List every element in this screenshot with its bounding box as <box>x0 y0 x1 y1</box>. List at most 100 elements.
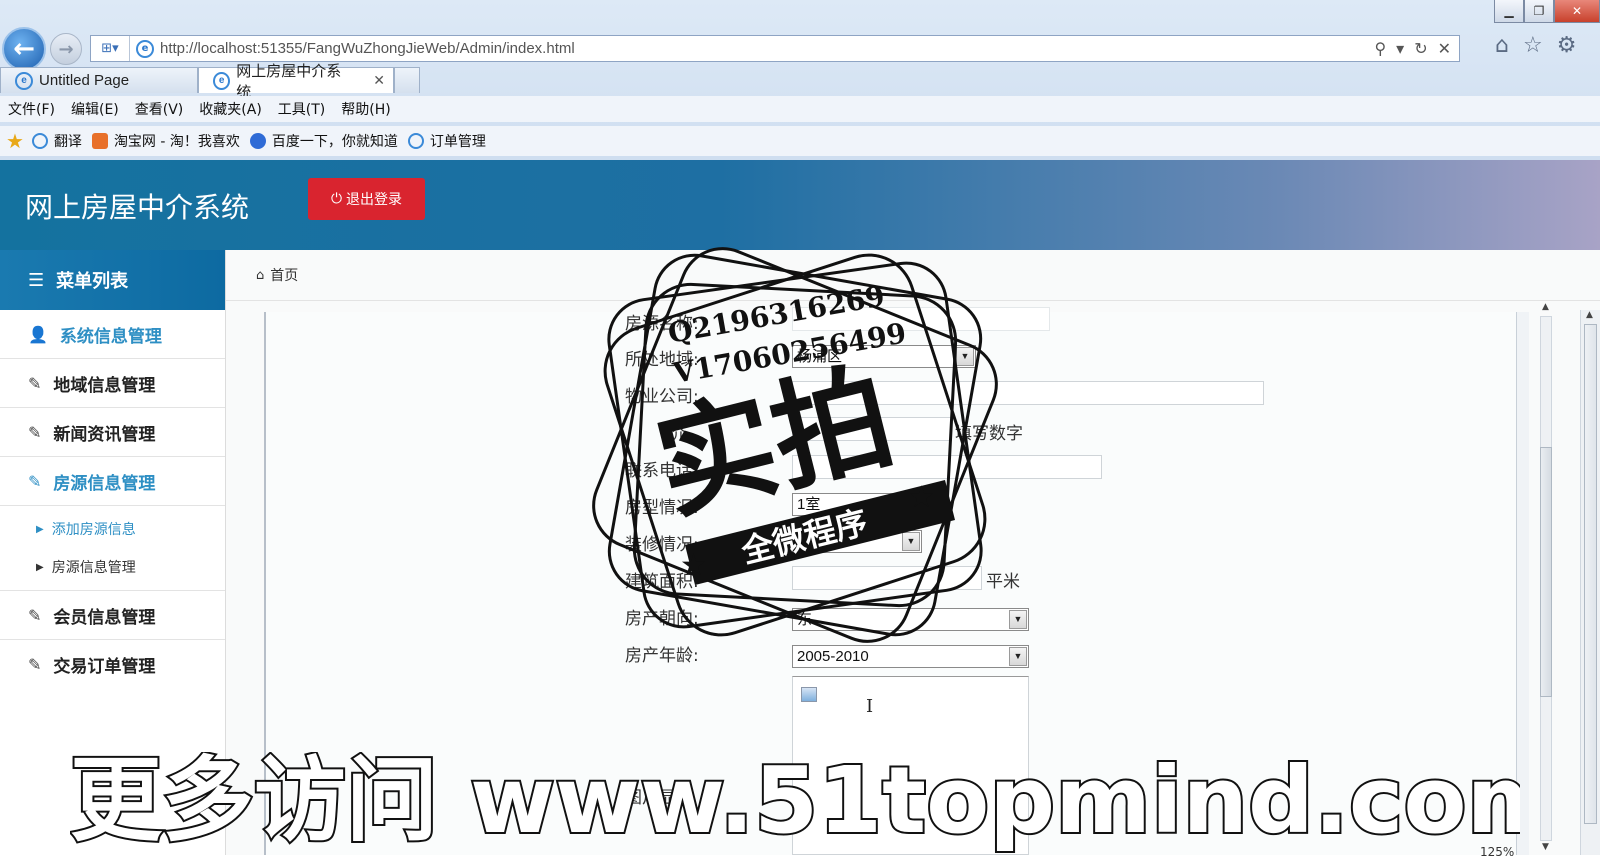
sidebar-subitem-label: 添加房源信息 <box>51 522 136 538</box>
sidebar-header: ☰ 菜单列表 <box>0 250 225 310</box>
scroll-down-icon[interactable]: ▼ <box>1542 842 1549 852</box>
age-select[interactable]: 2005-2010 ▼ <box>792 645 1029 668</box>
dropdown-icon[interactable]: ▾ <box>1396 39 1404 58</box>
decor-select[interactable]: ▼ <box>792 530 922 553</box>
sidebar-item-news[interactable]: ✎ 新闻资讯管理 <box>0 408 225 457</box>
fav-taobao[interactable]: 淘宝网 - 淘！我喜欢 <box>91 131 240 151</box>
window-controls: ▁ ❐ ✕ <box>1494 0 1600 23</box>
area-input[interactable] <box>792 566 982 590</box>
new-tab-button[interactable] <box>394 67 420 93</box>
chevron-down-icon[interactable]: ▼ <box>1009 647 1027 666</box>
chevron-down-icon[interactable]: ▼ <box>1009 610 1027 629</box>
sidebar-item-members[interactable]: ✎ 会员信息管理 <box>0 591 225 640</box>
forward-button[interactable]: → <box>50 33 82 65</box>
menu-edit[interactable]: 编辑(E) <box>63 99 127 119</box>
insert-image-icon[interactable] <box>801 687 817 702</box>
menu-view[interactable]: 查看(V) <box>127 99 192 119</box>
iframe-scrollbar[interactable]: ▲ ▼ <box>1536 302 1556 855</box>
compat-view-icon[interactable]: ⊞▾ <box>91 36 130 61</box>
property-input[interactable] <box>792 381 1264 405</box>
tab-close-icon[interactable]: ✕ <box>373 72 385 89</box>
ie-tab-icon: e <box>15 71 33 90</box>
sidebar-subitem-label: 房源信息管理 <box>51 560 136 576</box>
menu-tools[interactable]: 工具(T) <box>270 99 333 119</box>
image-label: 图片显示 <box>625 788 693 808</box>
favorites-bar: ★ 翻译 淘宝网 - 淘！我喜欢 百度一下，你就知道 订单管理 <box>0 126 1600 156</box>
stop-icon[interactable]: ✕ <box>1438 39 1451 58</box>
fav-label: 淘宝网 - 淘！我喜欢 <box>113 134 240 150</box>
favorites-star-icon[interactable]: ★ <box>6 129 24 153</box>
gear-icon[interactable]: ⚙ <box>1557 33 1577 58</box>
minimize-button[interactable]: ▁ <box>1494 0 1524 23</box>
region-label: 所处地域: <box>625 350 699 370</box>
sidebar-item-label: 交易订单管理 <box>53 656 156 677</box>
tab-active[interactable]: e 网上房屋中介系统 ✕ <box>198 63 394 101</box>
area-label: 建筑面积: <box>625 572 699 592</box>
sidebar-item-region[interactable]: ✎ 地域信息管理 <box>0 359 225 408</box>
fav-label: 翻译 <box>53 134 82 150</box>
sidebar-item-system[interactable]: 👤 系统信息管理 <box>0 310 225 359</box>
sidebar-item-label: 系统信息管理 <box>59 326 162 347</box>
scroll-thumb[interactable] <box>1540 447 1552 697</box>
phone-input[interactable] <box>792 455 1102 479</box>
name-label: 房源名称: <box>625 314 699 334</box>
sidebar-subitem-manage-listings[interactable]: ▶ 房源信息管理 <box>0 548 225 586</box>
area-unit: 平米 <box>986 572 1020 592</box>
tab-untitled[interactable]: e Untitled Page <box>0 67 198 93</box>
edit-icon: ✎ <box>28 654 42 674</box>
image-editor[interactable] <box>792 676 1029 855</box>
property-label: 物业公司: <box>625 387 699 407</box>
address-url[interactable]: http://localhost:51355/FangWuZhongJieWeb… <box>160 40 1374 57</box>
orient-value: 东 <box>797 611 813 628</box>
region-select[interactable]: 杨浦区 ▼ <box>792 345 976 368</box>
sidebar-item-label: 地域信息管理 <box>53 375 156 396</box>
decor-label: 装修情况: <box>625 535 699 555</box>
zoom-level[interactable]: 125% <box>1480 845 1514 859</box>
menu-file[interactable]: 文件(F) <box>0 99 63 119</box>
price-input[interactable] <box>792 417 952 441</box>
close-window-button[interactable]: ✕ <box>1554 0 1600 23</box>
tab-strip: e Untitled Page e 网上房屋中介系统 ✕ <box>0 63 420 101</box>
menu-help[interactable]: 帮助(H) <box>333 99 398 119</box>
refresh-icon[interactable]: ↻ <box>1414 39 1427 58</box>
price-label: 价 <box>668 424 685 444</box>
page-scrollbar[interactable]: ▲ <box>1580 310 1600 855</box>
breadcrumb: ⌂ 首页 <box>226 250 1600 301</box>
address-bar[interactable]: ⊞▾ e http://localhost:51355/FangWuZhongJ… <box>90 35 1460 62</box>
breadcrumb-home[interactable]: 首页 <box>270 265 298 285</box>
search-icon[interactable]: ⚲ <box>1374 39 1386 58</box>
chevron-down-icon[interactable]: ▼ <box>902 532 920 551</box>
fav-baidu[interactable]: 百度一下，你就知道 <box>249 131 398 151</box>
scroll-up-icon[interactable]: ▲ <box>1586 310 1593 320</box>
price-hint: 填写数字 <box>955 424 1023 444</box>
sidebar-subitem-add-listing[interactable]: ▶ 添加房源信息 <box>0 510 225 548</box>
menu-favorites[interactable]: 收藏夹(A) <box>191 99 270 119</box>
tab-label: Untitled Page <box>39 72 130 89</box>
age-value: 2005-2010 <box>797 648 869 665</box>
sidebar-item-label: 房源信息管理 <box>53 473 156 494</box>
fav-translate[interactable]: 翻译 <box>31 131 82 151</box>
logout-button[interactable]: ⏻ 退出登录 <box>308 178 425 220</box>
age-label: 房产年龄: <box>625 646 699 666</box>
restore-button[interactable]: ❐ <box>1524 0 1554 23</box>
chevron-down-icon[interactable]: ▼ <box>902 495 920 514</box>
caret-right-icon: ▶ <box>36 523 44 535</box>
orient-select[interactable]: 东 ▼ <box>792 608 1029 631</box>
favorites-star-icon[interactable]: ☆ <box>1523 33 1543 58</box>
name-input[interactable] <box>792 307 1050 331</box>
caret-right-icon: ▶ <box>36 561 44 573</box>
ie-tab-icon: e <box>213 71 231 90</box>
sidebar-item-orders[interactable]: ✎ 交易订单管理 <box>0 640 225 688</box>
back-button[interactable]: ← <box>2 27 46 71</box>
layout-select[interactable]: 1室 ▼ <box>792 493 922 516</box>
fav-orders[interactable]: 订单管理 <box>407 131 486 151</box>
home-icon[interactable]: ⌂ <box>1495 33 1509 58</box>
page-scroll-thumb[interactable] <box>1584 324 1597 824</box>
chevron-down-icon[interactable]: ▼ <box>956 347 974 366</box>
scroll-up-icon[interactable]: ▲ <box>1542 302 1549 312</box>
sidebar-item-listings[interactable]: ✎ 房源信息管理 <box>0 457 225 506</box>
fav-label: 百度一下，你就知道 <box>271 134 398 150</box>
iframe-edge <box>1516 312 1529 855</box>
layout-label: 房型情况: <box>625 498 699 518</box>
home-icon[interactable]: ⌂ <box>256 268 264 283</box>
